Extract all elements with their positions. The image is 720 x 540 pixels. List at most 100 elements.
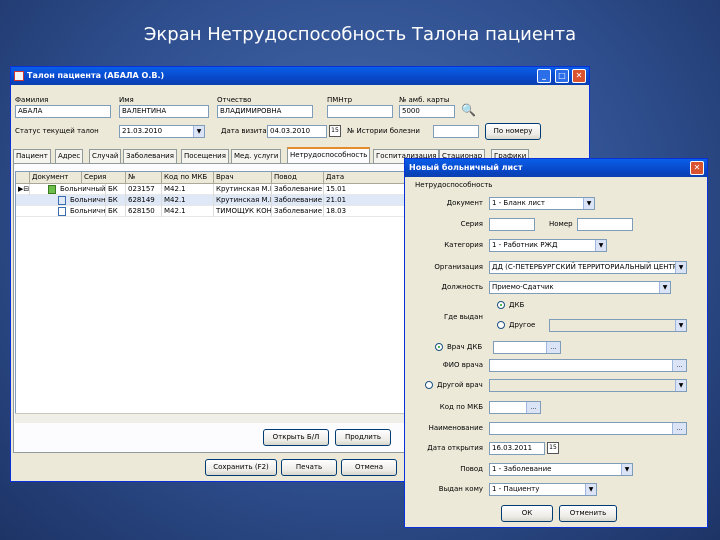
close-icon[interactable]: ✕: [572, 69, 586, 83]
doctor-dkb-label: Врач ДКБ: [447, 343, 483, 351]
document-icon: [58, 207, 66, 216]
app-icon: [14, 71, 24, 81]
cell: ТИМОЩУК КОН...: [216, 206, 272, 217]
issued-where-label: Где выдан: [444, 313, 483, 321]
column-header[interactable]: Врач: [214, 172, 272, 184]
issued-to-select[interactable]: 1 - Пациенту ▼: [489, 483, 597, 496]
cell: Больничный лист: [60, 184, 106, 195]
search-icon[interactable]: 🔍: [461, 103, 476, 117]
new-sick-list-dialog: Новый больничный лист ✕ Нетрудоспособнос…: [404, 158, 708, 528]
cell: Больничный лист: [70, 206, 106, 217]
open-date-field[interactable]: 16.03.2011: [489, 442, 545, 455]
tab-patient[interactable]: Пациент: [13, 149, 51, 163]
tab-disability[interactable]: Нетрудоспособность: [287, 147, 371, 163]
chevron-down-icon[interactable]: ▼: [193, 126, 204, 137]
reason-value: 1 - Заболевание: [492, 465, 552, 473]
print-button[interactable]: Печать: [281, 459, 337, 476]
doctor-dkb-field[interactable]: …: [493, 341, 561, 354]
position-select[interactable]: Приемо-Сдатчик ▼: [489, 281, 671, 294]
patient-ticket-titlebar: Талон пациента (АБАЛА О.В.) _ □ ✕: [11, 67, 589, 85]
history-number-field[interactable]: [433, 125, 479, 138]
tab-diseases[interactable]: Заболевания: [123, 149, 177, 163]
chevron-down-icon[interactable]: ▼: [585, 484, 596, 495]
reason-select[interactable]: 1 - Заболевание ▼: [489, 463, 633, 476]
name-field[interactable]: ВАЛЕНТИНА: [119, 105, 209, 118]
ellipsis-icon[interactable]: …: [546, 342, 560, 353]
column-header[interactable]: Дата: [324, 172, 408, 184]
extend-button[interactable]: Продлить: [335, 429, 391, 446]
by-number-button[interactable]: По номеру: [485, 123, 541, 140]
chevron-down-icon[interactable]: ▼: [675, 320, 686, 331]
chevron-down-icon[interactable]: ▼: [595, 240, 606, 251]
visit-date-field[interactable]: 04.03.2010: [267, 125, 327, 138]
issued-other-radio[interactable]: [497, 321, 505, 329]
cell: БК: [106, 184, 126, 195]
table-row[interactable]: ▶⊟ Больничный лист БК 023157 М42.1 Крути…: [16, 184, 408, 195]
open-sick-list-button[interactable]: Открыть Б/Л: [263, 429, 329, 446]
column-header[interactable]: №: [126, 172, 162, 184]
other-doctor-radio[interactable]: [425, 381, 433, 389]
status-field[interactable]: 21.03.2010 ▼: [119, 125, 205, 138]
visit-date-label: Дата визита: [221, 127, 267, 135]
tab-services[interactable]: Мед. услуги: [231, 149, 282, 163]
name-label: Наименование: [428, 424, 483, 432]
series-field[interactable]: [489, 218, 535, 231]
organization-select[interactable]: ДД (С-ПЕТЕРБУРГСКИЙ ТЕРРИТОРИАЛЬНЫЙ ЦЕНТ…: [489, 261, 687, 274]
maximize-icon[interactable]: □: [555, 69, 569, 83]
ellipsis-icon[interactable]: …: [672, 423, 686, 434]
dialog-titlebar: Новый больничный лист ✕: [405, 159, 707, 177]
horizontal-scrollbar[interactable]: [15, 413, 407, 423]
minimize-icon[interactable]: _: [537, 69, 551, 83]
category-select[interactable]: 1 - Работник РЖД ▼: [489, 239, 607, 252]
cell: 21.01: [324, 195, 408, 206]
pmntr-field[interactable]: [327, 105, 393, 118]
issued-dkb-label: ДКБ: [509, 301, 525, 309]
other-doctor-select[interactable]: ▼: [489, 379, 687, 392]
issued-other-select[interactable]: ▼: [549, 319, 687, 332]
patronymic-field[interactable]: ВЛАДИМИРОВНА: [217, 105, 313, 118]
mkb-field[interactable]: …: [489, 401, 541, 414]
chevron-down-icon[interactable]: ▼: [621, 464, 632, 475]
category-label: Категория: [444, 241, 483, 249]
tab-case[interactable]: Случай: [89, 149, 122, 163]
column-header[interactable]: Код по МКБ: [162, 172, 214, 184]
surname-field[interactable]: АБАЛА: [15, 105, 111, 118]
close-icon[interactable]: ✕: [690, 161, 704, 175]
doctor-fio-field[interactable]: …: [489, 359, 687, 372]
tab-address[interactable]: Адрес: [55, 149, 84, 163]
ellipsis-icon[interactable]: …: [526, 402, 540, 413]
chevron-down-icon[interactable]: ▼: [675, 262, 686, 273]
patronymic-label: Отчество: [217, 96, 252, 104]
open-date-label: Дата открытия: [427, 444, 483, 452]
cell: 023157: [126, 184, 162, 195]
calendar-icon[interactable]: 15: [329, 125, 341, 137]
chevron-down-icon[interactable]: ▼: [675, 380, 686, 391]
document-icon: [48, 185, 56, 194]
tab-visits[interactable]: Посещения: [181, 149, 229, 163]
name-field[interactable]: …: [489, 422, 687, 435]
doctor-dkb-radio[interactable]: [435, 343, 443, 351]
number-field[interactable]: [577, 218, 633, 231]
cell: Заболевание: [274, 195, 324, 206]
cancel-button[interactable]: Отмена: [341, 459, 397, 476]
window-title: Талон пациента (АБАЛА О.В.): [27, 71, 165, 80]
column-header[interactable]: Серия: [82, 172, 126, 184]
card-number-field[interactable]: 5000: [399, 105, 455, 118]
save-button[interactable]: Сохранить (F2): [205, 459, 277, 476]
column-header[interactable]: Документ: [30, 172, 82, 184]
table-row[interactable]: Больничный лист БК 628149 М42.1 Крутинск…: [16, 195, 408, 206]
cell: 18.03: [324, 206, 408, 217]
doc-select[interactable]: 1 - Бланк лист ▼: [489, 197, 595, 210]
issued-dkb-radio[interactable]: [497, 301, 505, 309]
dialog-cancel-button[interactable]: Отменить: [559, 505, 617, 522]
ok-button[interactable]: ОК: [501, 505, 553, 522]
calendar-icon[interactable]: 15: [547, 442, 559, 454]
mkb-label: Код по МКБ: [439, 403, 483, 411]
issued-to-value: 1 - Пациенту: [492, 485, 540, 493]
ellipsis-icon[interactable]: …: [672, 360, 686, 371]
chevron-down-icon[interactable]: ▼: [583, 198, 594, 209]
column-header[interactable]: Повод: [272, 172, 324, 184]
chevron-down-icon[interactable]: ▼: [659, 282, 670, 293]
column-header[interactable]: [16, 172, 30, 184]
table-row[interactable]: Больничный лист БК 628150 М42.1 ТИМОЩУК …: [16, 206, 408, 217]
